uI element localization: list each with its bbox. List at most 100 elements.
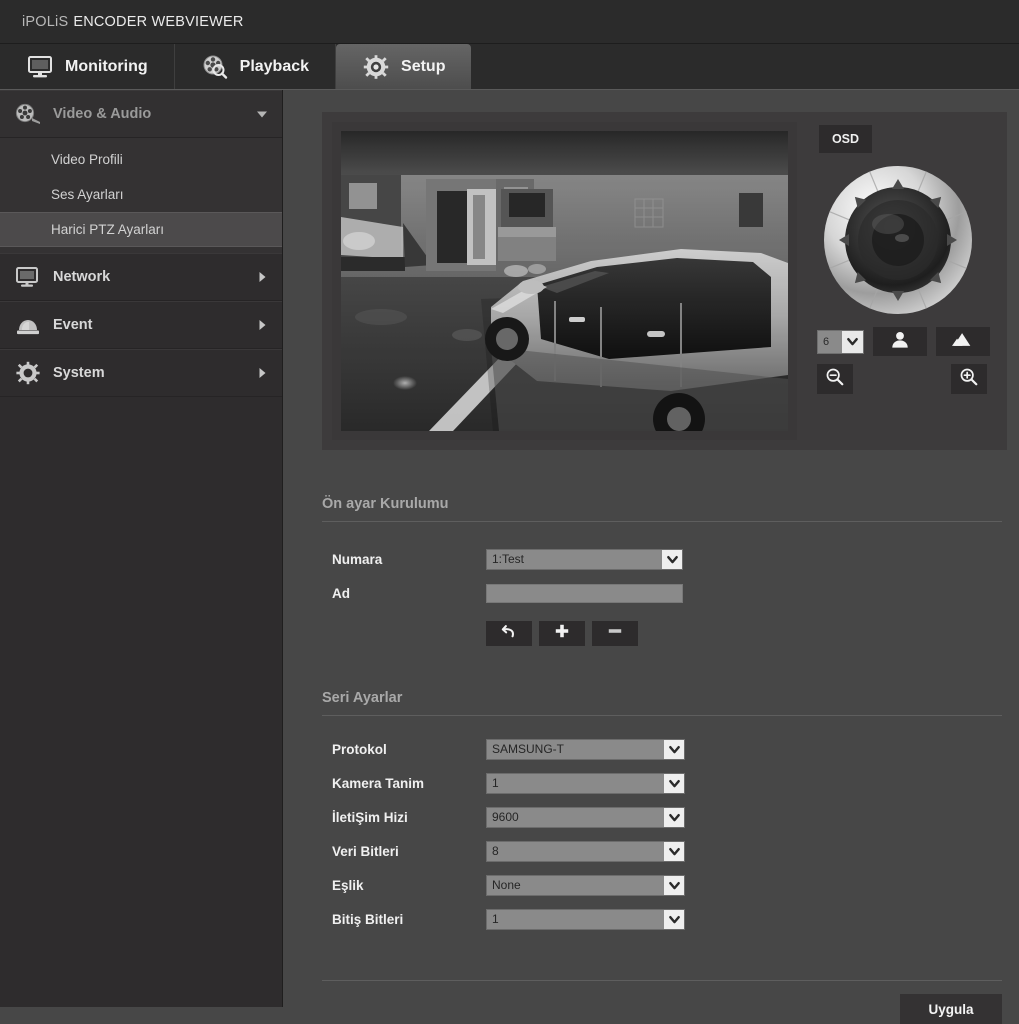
monitor-icon: [13, 264, 43, 290]
serial-protocol-select[interactable]: SAMSUNG-T: [486, 738, 685, 760]
chevron-down-icon[interactable]: [664, 875, 684, 895]
footer-actions: Uygula: [322, 994, 1002, 1024]
brand-subtitle: ENCODER WEBVIEWER: [73, 13, 244, 30]
footer-divider: [322, 980, 1002, 981]
undo-arrow-icon: [500, 623, 518, 644]
ptz-secondary-row: 6: [817, 327, 997, 356]
serial-databits-select[interactable]: 8: [486, 840, 685, 862]
chevron-down-icon[interactable]: [664, 909, 684, 929]
apply-button-label: Uygula: [928, 1001, 974, 1017]
gear-icon: [13, 360, 43, 386]
ptz-zoom-row: [817, 364, 987, 394]
film-reel-icon: [13, 101, 43, 127]
page-body: Video & Audio Video Profili Ses Ayarları…: [0, 90, 1019, 1024]
chevron-down-icon[interactable]: [662, 549, 682, 569]
serial-databits-row: Veri Bitleri 8: [322, 836, 1007, 866]
sidebar-item-label: Ses Ayarları: [51, 187, 124, 202]
serial-protocol-row: Protokol SAMSUNG-T: [322, 734, 1007, 764]
preset-name-row: Ad: [322, 578, 1007, 608]
live-video-image[interactable]: [341, 131, 788, 431]
brand-name: iPOLiS: [22, 13, 69, 30]
tab-monitoring[interactable]: Monitoring: [0, 44, 175, 89]
live-view-panel: OSD 6: [322, 112, 1007, 450]
sidebar-item-video-profili[interactable]: Video Profili: [0, 142, 282, 177]
preset-add-button[interactable]: [539, 621, 585, 646]
osd-button[interactable]: OSD: [819, 125, 872, 153]
serial-parity-select[interactable]: None: [486, 874, 685, 896]
focus-near-button[interactable]: [873, 327, 927, 356]
gear-icon: [362, 54, 390, 80]
zoom-in-button[interactable]: [951, 364, 987, 394]
ptz-speed-select[interactable]: 6: [817, 329, 864, 354]
sidebar-group-system[interactable]: System: [0, 349, 282, 397]
focus-far-button[interactable]: [936, 327, 990, 356]
ptz-control-panel: OSD 6: [811, 122, 997, 440]
section-divider: [322, 715, 1002, 716]
tab-monitoring-label: Monitoring: [65, 57, 148, 75]
chevron-down-icon: [256, 108, 268, 120]
preset-setup-section: Ön ayar Kurulumu Numara 1:Test Ad: [322, 496, 1007, 646]
tab-playback[interactable]: Playback: [175, 44, 337, 89]
sidebar-group-video-audio[interactable]: Video & Audio: [0, 90, 282, 138]
tab-setup-label: Setup: [401, 57, 446, 75]
ptz-dpad[interactable]: [822, 164, 974, 316]
video-frame: [332, 122, 797, 440]
serial-baudrate-label: İletiŞim Hizi: [332, 809, 408, 825]
chevron-down-icon[interactable]: [664, 739, 684, 759]
sidebar: Video & Audio Video Profili Ses Ayarları…: [0, 90, 283, 1007]
sidebar-item-label: Video Profili: [51, 152, 123, 167]
preset-number-label: Numara: [332, 551, 383, 567]
preset-name-label: Ad: [332, 585, 350, 601]
sidebar-group-network[interactable]: Network: [0, 253, 282, 301]
serial-camera-id-select[interactable]: 1: [486, 772, 685, 794]
sidebar-group-label: Video & Audio: [53, 106, 152, 122]
plus-icon: [554, 623, 570, 644]
tab-setup[interactable]: Setup: [336, 44, 472, 89]
preset-goto-button[interactable]: [486, 621, 532, 646]
chevron-down-icon[interactable]: [842, 330, 863, 353]
preset-remove-button[interactable]: [592, 621, 638, 646]
serial-camera-id-label: Kamera Tanim: [332, 775, 425, 791]
serial-baudrate-row: İletiŞim Hizi 9600: [322, 802, 1007, 832]
sidebar-group-event[interactable]: Event: [0, 301, 282, 349]
serial-stopbits-select[interactable]: 1: [486, 908, 685, 930]
preset-buttons-row: [322, 612, 1007, 646]
serial-stopbits-row: Bitiş Bitleri 1: [322, 904, 1007, 934]
magnifier-plus-icon: [959, 367, 979, 392]
serial-stopbits-value: 1: [492, 912, 499, 926]
serial-protocol-value: SAMSUNG-T: [492, 742, 564, 756]
zoom-out-button[interactable]: [817, 364, 853, 394]
chevron-down-icon[interactable]: [664, 807, 684, 827]
chevron-right-icon: [256, 271, 268, 283]
serial-parity-label: Eşlik: [332, 877, 364, 893]
mountain-icon: [952, 331, 974, 353]
alarm-dome-icon: [13, 312, 43, 338]
serial-stopbits-label: Bitiş Bitleri: [332, 911, 404, 927]
chevron-right-icon: [256, 367, 268, 379]
serial-parity-row: Eşlik None: [322, 870, 1007, 900]
preset-name-input[interactable]: [486, 583, 683, 603]
section-divider: [322, 521, 1002, 522]
tab-playback-label: Playback: [239, 57, 310, 75]
sidebar-group-label: Event: [53, 317, 93, 333]
person-icon: [890, 330, 910, 354]
chevron-right-icon: [256, 319, 268, 331]
app-brand: iPOLiS ENCODER WEBVIEWER: [22, 14, 244, 30]
serial-camera-id-row: Kamera Tanim 1: [322, 768, 1007, 798]
preset-number-value: 1:Test: [492, 552, 525, 566]
preset-number-row: Numara 1:Test: [322, 544, 1007, 574]
content-area: OSD 6 Ön ayar Kurulumu Numara 1:Test Ad …: [283, 90, 1019, 1024]
sidebar-item-ses-ayarlari[interactable]: Ses Ayarları: [0, 177, 282, 212]
serial-camera-id-value: 1: [492, 776, 499, 790]
sidebar-item-harici-ptz-ayarlari[interactable]: Harici PTZ Ayarları: [0, 212, 282, 247]
monitor-icon: [26, 54, 54, 80]
apply-button[interactable]: Uygula: [900, 994, 1002, 1024]
ptz-speed-value: 6: [823, 335, 830, 348]
chevron-down-icon[interactable]: [664, 841, 684, 861]
serial-databits-value: 8: [492, 844, 499, 858]
serial-baudrate-select[interactable]: 9600: [486, 806, 685, 828]
sidebar-group-label: System: [53, 365, 105, 381]
chevron-down-icon[interactable]: [664, 773, 684, 793]
serial-databits-label: Veri Bitleri: [332, 843, 399, 859]
preset-number-select[interactable]: 1:Test: [486, 548, 683, 570]
